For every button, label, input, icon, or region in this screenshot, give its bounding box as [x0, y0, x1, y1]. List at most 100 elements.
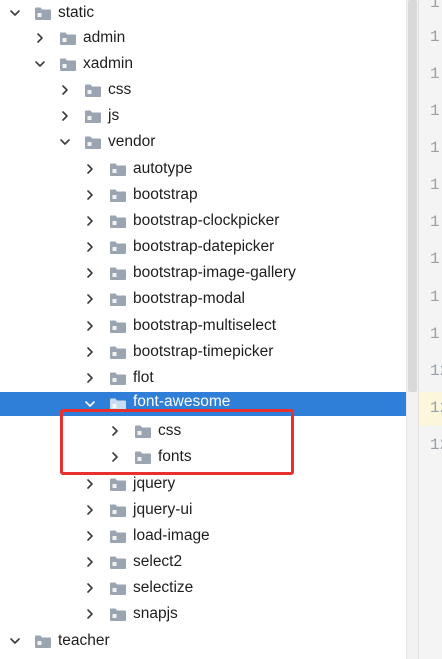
tree-item-label: fonts — [158, 448, 192, 465]
tree-item-bootstrap-modal[interactable]: bootstrap-modal — [0, 286, 406, 312]
line-number: 1 — [430, 288, 440, 306]
line-number: 12 — [430, 362, 442, 380]
folder-icon — [84, 109, 102, 124]
tree-item-label: font-awesome — [133, 393, 231, 410]
tree-item-bootstrap-multiselect[interactable]: bootstrap-multiselect — [0, 313, 406, 339]
folder-icon — [109, 397, 127, 412]
chevron-right-icon[interactable] — [33, 31, 47, 45]
tree-item-label: snapjs — [133, 605, 178, 622]
chevron-right-icon[interactable] — [83, 555, 97, 569]
chevron-right-icon[interactable] — [83, 266, 97, 280]
chevron-down-icon[interactable] — [33, 57, 47, 71]
tree-item-select2[interactable]: select2 — [0, 549, 406, 575]
tree-item-flot[interactable]: flot — [0, 365, 406, 391]
tree-item-jquery[interactable]: jquery — [0, 471, 406, 497]
folder-icon — [109, 266, 127, 281]
project-tree-panel: static admin xadmin css js vendor autotype boot… — [0, 0, 406, 659]
folder-icon — [109, 371, 127, 386]
tree-item-autotype[interactable]: autotype — [0, 156, 406, 182]
tree-item-bootstrap-clockpicker[interactable]: bootstrap-clockpicker — [0, 208, 406, 234]
tree-item-label: bootstrap — [133, 186, 198, 203]
tree-item-admin[interactable]: admin — [0, 25, 406, 51]
folder-icon — [84, 135, 102, 150]
tree-item-selectize[interactable]: selectize — [0, 575, 406, 601]
tree-item-bootstrap-datepicker[interactable]: bootstrap-datepicker — [0, 234, 406, 260]
chevron-right-icon[interactable] — [108, 424, 122, 438]
chevron-right-icon[interactable] — [83, 292, 97, 306]
chevron-down-icon[interactable] — [58, 135, 72, 149]
tree-item-label: bootstrap-datepicker — [133, 238, 275, 255]
tree-item-load-image[interactable]: load-image — [0, 523, 406, 549]
chevron-right-icon[interactable] — [108, 450, 122, 464]
line-number: 1 — [430, 176, 440, 194]
tree-item-label: jquery-ui — [133, 501, 193, 518]
chevron-right-icon[interactable] — [83, 345, 97, 359]
tree-item-label: jquery — [133, 475, 176, 492]
folder-icon — [134, 450, 152, 465]
tree-item-snapjs[interactable]: snapjs — [0, 601, 406, 627]
tree-item-jquery-ui[interactable]: jquery-ui — [0, 497, 406, 523]
tree-item-label: bootstrap-image-gallery — [133, 264, 296, 281]
tree-item-bootstrap-timepicker[interactable]: bootstrap-timepicker — [0, 339, 406, 365]
chevron-down-icon[interactable] — [83, 397, 97, 411]
tree-item-label: xadmin — [83, 55, 133, 72]
chevron-right-icon[interactable] — [83, 477, 97, 491]
tree-item-css[interactable]: css — [0, 418, 406, 444]
chevron-right-icon[interactable] — [83, 529, 97, 543]
line-number: 1 — [430, 65, 440, 83]
folder-icon — [109, 292, 127, 307]
folder-icon — [109, 503, 127, 518]
folder-icon — [109, 581, 127, 596]
folder-icon — [109, 529, 127, 544]
tree-item-fonts[interactable]: fonts — [0, 444, 406, 470]
chevron-right-icon[interactable] — [83, 188, 97, 202]
folder-icon — [109, 188, 127, 203]
tree-item-vendor[interactable]: vendor — [0, 129, 406, 155]
chevron-right-icon[interactable] — [83, 581, 97, 595]
tree-item-xadmin[interactable]: xadmin — [0, 51, 406, 77]
line-number: 1 — [430, 213, 440, 231]
tree-item-label: bootstrap-clockpicker — [133, 212, 280, 229]
folder-icon — [109, 162, 127, 177]
tree-item-label: bootstrap-modal — [133, 290, 246, 307]
folder-icon — [84, 83, 102, 98]
folder-icon — [134, 424, 152, 439]
tree-item-label: bootstrap-multiselect — [133, 317, 277, 334]
folder-icon — [109, 214, 127, 229]
line-number: 12 — [430, 436, 442, 454]
folder-icon — [109, 240, 127, 255]
chevron-right-icon[interactable] — [83, 607, 97, 621]
chevron-right-icon[interactable] — [83, 503, 97, 517]
tree-item-bootstrap-image-gallery[interactable]: bootstrap-image-gallery — [0, 260, 406, 286]
tree-item-label: bootstrap-timepicker — [133, 343, 274, 360]
chevron-down-icon[interactable] — [8, 6, 22, 20]
tree-item-label: admin — [83, 29, 126, 46]
tree-item-bootstrap[interactable]: bootstrap — [0, 182, 406, 208]
line-number: 1 — [430, 250, 440, 268]
tree-item-font-awesome[interactable]: font-awesome — [0, 392, 406, 416]
chevron-right-icon[interactable] — [83, 371, 97, 385]
folder-icon — [109, 319, 127, 334]
chevron-right-icon[interactable] — [83, 240, 97, 254]
line-number: 1 — [430, 102, 440, 120]
chevron-right-icon[interactable] — [83, 162, 97, 176]
chevron-right-icon[interactable] — [83, 214, 97, 228]
tree-item-static[interactable]: static — [0, 0, 406, 26]
chevron-right-icon[interactable] — [58, 109, 72, 123]
line-number: 1 — [430, 139, 440, 157]
tree-item-label: load-image — [133, 527, 210, 544]
line-number: 12 — [430, 399, 442, 417]
scrollbar-thumb[interactable] — [408, 0, 417, 392]
chevron-right-icon[interactable] — [83, 319, 97, 333]
tree-item-label: autotype — [133, 160, 193, 177]
tree-item-teacher[interactable]: teacher — [0, 628, 406, 654]
folder-icon — [109, 345, 127, 360]
chevron-down-icon[interactable] — [8, 634, 22, 648]
chevron-right-icon[interactable] — [58, 83, 72, 97]
tree-item-label: static — [58, 4, 95, 21]
folder-icon — [59, 31, 77, 46]
tree-item-css[interactable]: css — [0, 77, 406, 103]
tree-item-label: js — [108, 107, 120, 124]
folder-icon — [109, 555, 127, 570]
tree-item-js[interactable]: js — [0, 103, 406, 129]
